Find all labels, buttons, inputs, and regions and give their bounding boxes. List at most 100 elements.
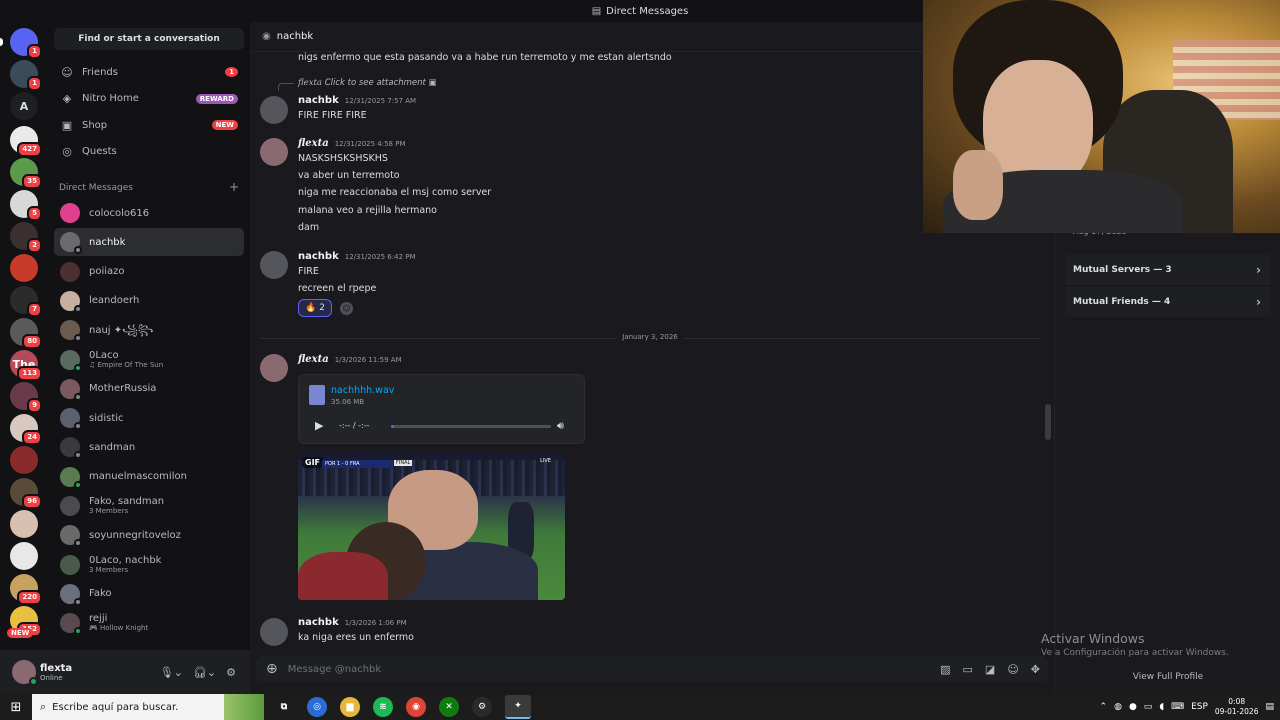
find-conversation-button[interactable]: Find or start a conversation	[54, 28, 244, 50]
audio-progress-bar[interactable]	[391, 425, 551, 428]
dm-item[interactable]: leandoerh	[54, 287, 244, 315]
mutual-friends-label: Mutual Friends — 4	[1073, 297, 1171, 307]
dm-item[interactable]: poiiazo	[54, 258, 244, 286]
add-reaction-icon[interactable]: ☺	[340, 302, 353, 315]
message-input[interactable]: ⊕ Message @nachbk ▨ ▭ ◪ ☺ ✥	[256, 656, 1048, 682]
dm-item[interactable]: Fako	[54, 580, 244, 608]
task-view-icon[interactable]: ⧉	[274, 697, 294, 717]
notification-icon[interactable]: ▤	[1265, 702, 1274, 712]
chevron-up-icon[interactable]: ⌃	[1100, 702, 1108, 712]
dm-item[interactable]: sidistic	[54, 404, 244, 432]
steam-icon[interactable]: ⚙	[472, 697, 492, 717]
server-icon[interactable]: 5	[10, 190, 42, 221]
mention-badge: 24	[22, 430, 42, 445]
nav-item-friends[interactable]: ☺ Friends 1	[54, 60, 244, 84]
message-author[interactable]: nachbk 1/3/2026 1:06 PM	[298, 617, 407, 628]
gear-icon[interactable]: ⚙	[226, 666, 236, 679]
file-explorer-icon[interactable]: ▆	[340, 697, 360, 717]
play-icon[interactable]: ▶	[315, 419, 323, 432]
audio-attachment: nachhhh.wav 35.06 MB ▶ -:-- / -:-- 🔊︎	[298, 374, 585, 444]
microphone-icon[interactable]: 🎙︎⌄	[160, 666, 183, 679]
dm-item[interactable]: rejji 🎮 Hollow Knight	[54, 609, 244, 637]
mutual-servers-button[interactable]: Mutual Servers — 3 ›	[1065, 255, 1271, 285]
nav-item-nitro-home[interactable]: ◈ Nitro Home REWARD	[54, 87, 244, 111]
dm-item[interactable]: colocolo616	[54, 199, 244, 227]
server-icon[interactable]: 220	[10, 574, 42, 605]
apps-icon[interactable]: ✥	[1031, 663, 1040, 676]
battery-icon[interactable]: ▭	[1144, 702, 1153, 712]
server-icon[interactable]	[10, 542, 38, 570]
emoji-icon[interactable]: ☺	[1007, 663, 1018, 676]
message-author[interactable]: flexta 1/3/2026 11:59 AM	[298, 354, 402, 365]
gift-icon[interactable]: ▨	[940, 663, 950, 676]
message-author[interactable]: flexta 12/31/2025 4:58 PM	[298, 138, 405, 149]
dm-item[interactable]: nauj ✦꧁꧂	[54, 316, 244, 344]
windows-start-icon[interactable]: ⊞	[0, 700, 32, 715]
gif-embed[interactable]: GIF POR 1 - 0 FRA FINAL LIVE	[298, 452, 565, 600]
spotify-icon[interactable]: ≋	[373, 697, 393, 717]
avatar[interactable]	[260, 251, 288, 279]
xbox-icon[interactable]: ✕	[439, 697, 459, 717]
microphone-tray-icon[interactable]: ●	[1129, 702, 1137, 712]
avatar[interactable]	[12, 660, 38, 686]
view-full-profile-link[interactable]: View Full Profile	[1055, 672, 1280, 682]
volume-tray-icon[interactable]: ◖	[1159, 702, 1164, 712]
dm-item[interactable]: MotherRussia	[54, 375, 244, 403]
network-icon[interactable]: ◍	[1114, 702, 1122, 712]
dm-item[interactable]: 0Laco ♫ Empire Of The Sun	[54, 346, 244, 374]
add-dm-button[interactable]: +	[229, 181, 239, 193]
server-icon[interactable]: 80	[10, 318, 42, 349]
dm-item[interactable]: manuelmascomilon	[54, 463, 244, 491]
clock[interactable]: 0:08 09-01-2026	[1215, 697, 1259, 717]
language-indicator[interactable]: ESP	[1191, 702, 1208, 712]
dm-item[interactable]: soyunnegritoveloz	[54, 521, 244, 549]
message-author[interactable]: nachbk 12/31/2025 6:42 PM	[298, 251, 416, 262]
chat-recipient: nachbk	[276, 31, 314, 42]
add-attachment-icon[interactable]: ⊕	[266, 661, 278, 677]
nav-icon: ◈	[62, 92, 72, 105]
avatar[interactable]	[260, 96, 288, 124]
dm-item[interactable]: sandman	[54, 433, 244, 461]
message-author[interactable]: nachbk 12/31/2025 7:57 AM	[298, 95, 416, 106]
sticker-icon[interactable]: ◪	[985, 663, 995, 676]
server-icon[interactable]	[10, 446, 38, 474]
discord-icon[interactable]: ✦	[505, 695, 531, 719]
gif-icon[interactable]: ▭	[963, 663, 973, 676]
headphones-icon[interactable]: 🎧︎⌄	[193, 666, 216, 679]
mutual-friends-button[interactable]: Mutual Friends — 4 ›	[1065, 287, 1271, 317]
scrollbar[interactable]	[1045, 404, 1051, 440]
mention-badge: 80	[22, 334, 42, 349]
reply-preview[interactable]: flexta Click to see attachment ▣	[278, 78, 437, 91]
dm-item[interactable]: Fako, sandman 3 Members	[54, 492, 244, 520]
app-blue-icon[interactable]: ◎	[307, 697, 327, 717]
server-icon[interactable]	[10, 254, 38, 282]
server-icon[interactable]: 35	[10, 158, 42, 189]
server-icon[interactable]: 9	[10, 382, 42, 413]
server-icon[interactable]: 2	[10, 222, 42, 253]
avatar[interactable]	[260, 618, 288, 646]
server-icon[interactable]: 427	[10, 126, 42, 157]
server-icon[interactable]: The 113	[10, 350, 42, 381]
avatar[interactable]	[260, 354, 288, 382]
nav-item-shop[interactable]: ▣ Shop NEW	[54, 113, 244, 137]
audio-file-name[interactable]: nachhhh.wav	[331, 385, 394, 396]
volume-icon[interactable]: 🔊︎	[557, 419, 564, 433]
server-icon[interactable]: 1	[10, 28, 42, 59]
dm-item[interactable]: 0Laco, nachbk 3 Members	[54, 551, 244, 579]
mention-badge: 1	[27, 44, 42, 59]
discord-app: ▤ Direct Messages 1 1 A 427 35 5 2 7 80 The 113 9 24…	[0, 0, 1280, 694]
message-line: nigs enfermo que esta pasando va a habe …	[298, 52, 672, 63]
server-icon[interactable]: 1	[10, 60, 42, 91]
server-icon[interactable]: 24	[10, 414, 42, 445]
chrome-icon[interactable]: ◉	[406, 697, 426, 717]
server-icon[interactable]: 96	[10, 478, 42, 509]
nav-item-quests[interactable]: ◎ Quests	[54, 140, 244, 164]
avatar[interactable]	[260, 138, 288, 166]
reaction-button[interactable]: 🔥 2	[298, 299, 332, 317]
dm-item[interactable]: nachbk	[54, 228, 244, 257]
server-icon[interactable]: A	[10, 92, 38, 120]
server-icon[interactable]	[10, 510, 38, 538]
keyboard-icon[interactable]: ⌨	[1171, 702, 1184, 712]
server-icon[interactable]: 7	[10, 286, 42, 317]
taskbar-search[interactable]: ⌕ Escribe aquí para buscar.	[32, 694, 264, 720]
